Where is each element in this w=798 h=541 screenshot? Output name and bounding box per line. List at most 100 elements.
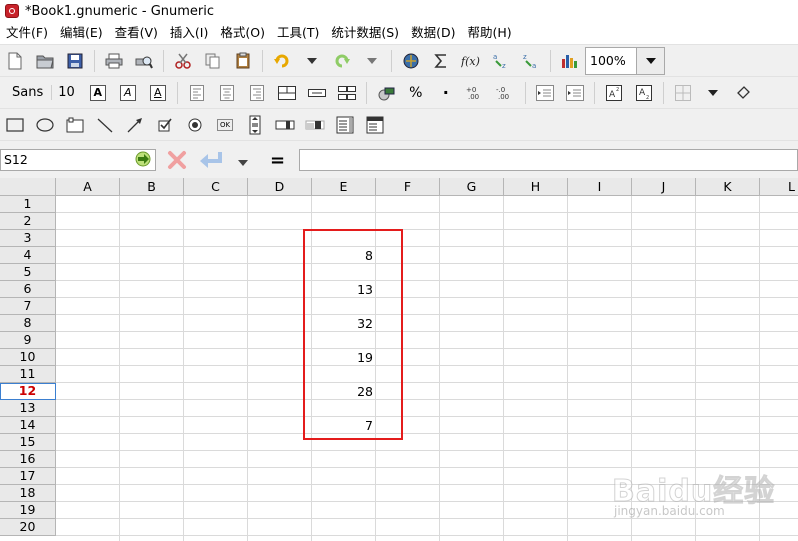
merge-cells-button[interactable]: [276, 82, 298, 104]
chart-icon[interactable]: [559, 50, 581, 72]
sort-descending-icon[interactable]: za: [520, 50, 542, 72]
print-preview-icon[interactable]: [133, 50, 155, 72]
zoom-input[interactable]: 100%: [585, 46, 637, 75]
row-header[interactable]: 12: [0, 383, 56, 400]
underline-button[interactable]: A: [147, 82, 169, 104]
redo-dropdown-icon[interactable]: [361, 50, 383, 72]
font-size-selector[interactable]: 10: [51, 85, 75, 100]
row-header[interactable]: 5: [0, 264, 56, 281]
align-left-button[interactable]: [186, 82, 208, 104]
undo-dropdown-icon[interactable]: [301, 50, 323, 72]
copy-icon[interactable]: [202, 50, 224, 72]
font-name-selector[interactable]: Sans: [12, 85, 43, 100]
increase-indent-button[interactable]: [564, 82, 586, 104]
decrease-indent-button[interactable]: [534, 82, 556, 104]
undo-icon[interactable]: [271, 50, 293, 72]
row-header[interactable]: 3: [0, 230, 56, 247]
row-header[interactable]: 7: [0, 298, 56, 315]
cancel-edit-icon[interactable]: [166, 149, 188, 174]
currency-format-button[interactable]: [375, 82, 397, 104]
sort-ascending-icon[interactable]: az: [490, 50, 512, 72]
name-box[interactable]: S12: [0, 149, 156, 171]
menu-file[interactable]: 文件(F): [0, 22, 54, 44]
row-header[interactable]: 9: [0, 332, 56, 349]
open-folder-icon[interactable]: [34, 50, 56, 72]
save-icon[interactable]: [64, 50, 86, 72]
spreadsheet-grid[interactable]: A B C D E F G H I J K L 1 2 3 4 5 6 7 8 9 10 11 12 13 14 15 16 17 18 1…: [0, 178, 798, 541]
menu-view[interactable]: 查看(V): [109, 22, 164, 44]
formula-input[interactable]: [299, 149, 798, 171]
list-tool[interactable]: [334, 114, 356, 136]
center-across-button[interactable]: [306, 82, 328, 104]
italic-button[interactable]: A: [117, 82, 139, 104]
formula-dropdown-icon[interactable]: [238, 155, 248, 169]
row-header[interactable]: 6: [0, 281, 56, 298]
line-tool[interactable]: [94, 114, 116, 136]
row-header[interactable]: 14: [0, 417, 56, 434]
scrollbar-tool[interactable]: [244, 114, 266, 136]
menu-insert[interactable]: 插入(I): [164, 22, 214, 44]
row-header[interactable]: 1: [0, 196, 56, 213]
print-icon[interactable]: [103, 50, 125, 72]
menu-data[interactable]: 数据(D): [405, 22, 461, 44]
menu-help[interactable]: 帮助(H): [461, 22, 517, 44]
row-header[interactable]: 8: [0, 315, 56, 332]
column-header[interactable]: D: [248, 178, 312, 196]
column-header[interactable]: F: [376, 178, 440, 196]
menu-edit[interactable]: 编辑(E): [54, 22, 109, 44]
menu-statistics[interactable]: 统计数据(S): [325, 22, 405, 44]
autosum-icon[interactable]: [430, 50, 452, 72]
arrow-tool[interactable]: [124, 114, 146, 136]
menu-format[interactable]: 格式(O): [214, 22, 271, 44]
column-header[interactable]: E: [312, 178, 376, 196]
button-tool[interactable]: OK: [214, 114, 236, 136]
goto-arrow-icon[interactable]: [134, 151, 152, 170]
row-header[interactable]: 15: [0, 434, 56, 451]
column-header[interactable]: B: [120, 178, 184, 196]
column-header[interactable]: H: [504, 178, 568, 196]
function-wizard-icon[interactable]: f(x): [460, 50, 482, 72]
rectangle-tool[interactable]: [4, 114, 26, 136]
align-right-button[interactable]: [246, 82, 268, 104]
slider-tool[interactable]: [274, 114, 296, 136]
row-header[interactable]: 11: [0, 366, 56, 383]
radio-button-tool[interactable]: [184, 114, 206, 136]
cut-icon[interactable]: [172, 50, 194, 72]
decrease-decimals-button[interactable]: -.0.00: [495, 82, 517, 104]
align-center-button[interactable]: [216, 82, 238, 104]
checkbox-tool[interactable]: [154, 114, 176, 136]
combo-tool[interactable]: [364, 114, 386, 136]
fill-color-button[interactable]: [732, 82, 754, 104]
row-header[interactable]: 10: [0, 349, 56, 366]
accept-edit-icon[interactable]: [198, 149, 224, 174]
row-header[interactable]: 13: [0, 400, 56, 417]
column-header[interactable]: G: [440, 178, 504, 196]
borders-dropdown-button[interactable]: [702, 82, 724, 104]
new-document-icon[interactable]: [4, 50, 26, 72]
column-header[interactable]: L: [760, 178, 798, 196]
row-header[interactable]: 19: [0, 502, 56, 519]
column-header[interactable]: K: [696, 178, 760, 196]
select-all-corner[interactable]: [0, 178, 56, 196]
column-header[interactable]: A: [56, 178, 120, 196]
column-header[interactable]: C: [184, 178, 248, 196]
paste-icon[interactable]: [232, 50, 254, 72]
ellipse-tool[interactable]: [34, 114, 56, 136]
spin-button-tool[interactable]: [304, 114, 326, 136]
menu-tools[interactable]: 工具(T): [271, 22, 325, 44]
split-cells-button[interactable]: [336, 82, 358, 104]
column-header[interactable]: I: [568, 178, 632, 196]
superscript-button[interactable]: A2: [603, 82, 625, 104]
row-header[interactable]: 4: [0, 247, 56, 264]
zoom-dropdown-button[interactable]: [637, 46, 665, 75]
subscript-button[interactable]: A2: [633, 82, 655, 104]
thousands-separator-button[interactable]: ·: [435, 82, 457, 104]
percent-format-button[interactable]: %: [405, 82, 427, 104]
row-header[interactable]: 20: [0, 519, 56, 536]
bold-button[interactable]: A: [87, 82, 109, 104]
hyperlink-globe-icon[interactable]: [400, 50, 422, 72]
row-header[interactable]: 2: [0, 213, 56, 230]
row-header[interactable]: 18: [0, 485, 56, 502]
row-header[interactable]: 17: [0, 468, 56, 485]
frame-tool[interactable]: [64, 114, 86, 136]
